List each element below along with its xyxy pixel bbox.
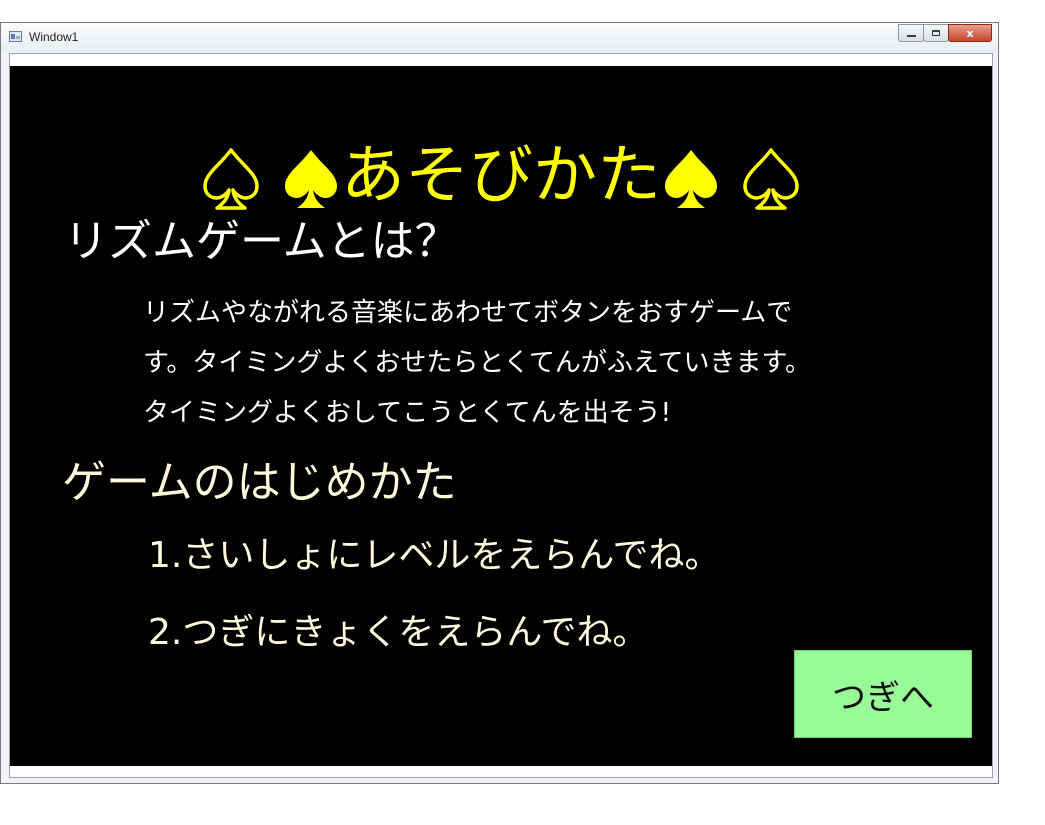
step-item: 2.つぎにきょくをえらんでね。 [148, 612, 649, 653]
spade-outline-icon [202, 148, 259, 211]
step-item: 1.さいしょにレベルをえらんでね。 [148, 535, 721, 576]
client-area: あそびかた リズムゲームとは？ リズムやながれる音楽にあわせてボタンをおすゲーム… [9, 53, 993, 778]
minimize-icon [906, 35, 916, 37]
window-title: Window1 [29, 30, 79, 44]
description: リズムやながれる音楽にあわせてボタンをおすゲームで す。タイミングよくおせたらと… [143, 288, 943, 438]
close-icon: x [966, 26, 974, 40]
description-line: す。タイミングよくおせたらとくてんがふえていきます。 [143, 348, 811, 378]
page-heading: あそびかた [10, 136, 992, 216]
description-line: タイミングよくおしてこうとくてんを出そう! [143, 398, 672, 428]
next-button[interactable]: つぎへ [794, 650, 972, 738]
heading-text: あそびかた [341, 139, 661, 213]
section-title-about: リズムゲームとは？ [64, 216, 459, 267]
title-bar[interactable]: Window1 x [1, 23, 998, 52]
spade-filled-icon [285, 150, 337, 209]
spade-outline-icon [743, 148, 800, 211]
spade-filled-icon [665, 150, 717, 209]
game-canvas: あそびかた リズムゲームとは？ リズムやながれる音楽にあわせてボタンをおすゲーム… [10, 66, 992, 766]
maximize-icon [932, 30, 940, 36]
maximize-button[interactable] [923, 24, 949, 42]
caption-buttons: x [898, 24, 992, 44]
minimize-button[interactable] [898, 24, 924, 42]
app-icon[interactable] [9, 31, 22, 42]
description-line: リズムやながれる音楽にあわせてボタンをおすゲームで [143, 298, 793, 328]
app-window: Window1 x あそびかた リズムゲームとは？ リズムやながれる音楽にあわせ… [0, 22, 999, 784]
close-button[interactable]: x [948, 24, 992, 42]
section-title-how-to-start: ゲームのはじめかた [62, 457, 457, 508]
